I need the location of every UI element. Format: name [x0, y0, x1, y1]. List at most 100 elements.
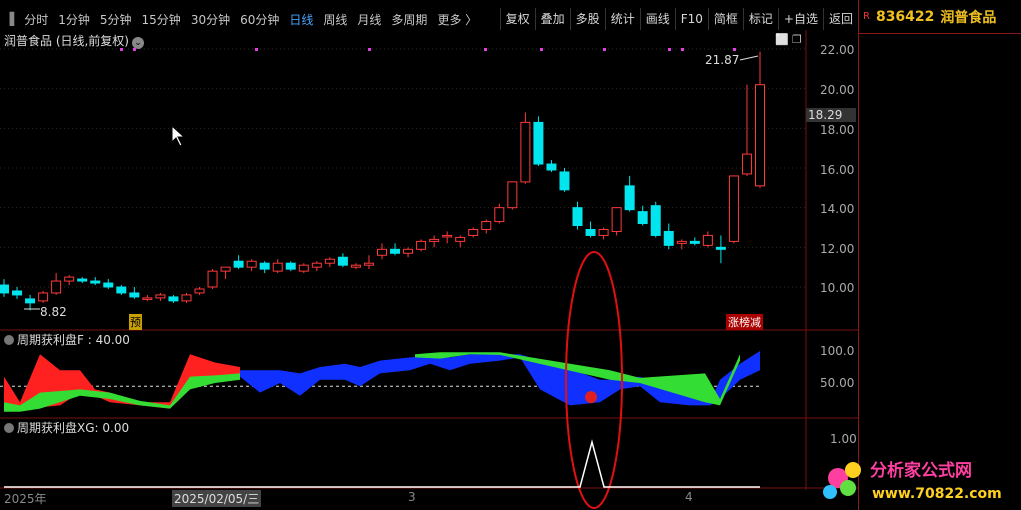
toolbar: ▐ 分时 1分钟 5分钟 15分钟 30分钟 60分钟 日线 周线 月线 多周期…	[0, 8, 858, 30]
candle	[25, 294, 36, 311]
candle	[259, 261, 270, 274]
svg-text:www.70822.com: www.70822.com	[872, 486, 1002, 502]
candle	[155, 292, 166, 301]
candle	[220, 266, 231, 280]
candle	[728, 175, 739, 244]
quote-panel: R 836422 润普食品	[858, 0, 1021, 510]
candle	[663, 223, 674, 250]
candle	[207, 269, 218, 289]
price-tick: 18.00	[820, 123, 855, 137]
price-tick: 10.00	[820, 281, 855, 295]
r-badge: R	[863, 11, 870, 22]
candle	[350, 263, 361, 270]
candle	[324, 257, 335, 268]
pre-tag: 预	[129, 314, 142, 330]
signal-dot	[733, 48, 736, 51]
period-tab-1min[interactable]: 1分钟	[53, 11, 95, 28]
signal-dot	[368, 48, 371, 51]
candle	[507, 181, 518, 210]
mouse-cursor-icon	[171, 124, 186, 147]
candle	[168, 294, 179, 303]
limit-tag: 涨榜减	[726, 314, 763, 330]
candle	[390, 243, 401, 256]
signal-dot	[540, 48, 543, 51]
candle	[702, 231, 713, 248]
price-tick: 12.00	[820, 242, 855, 256]
annotations	[24, 55, 759, 310]
period-tab-multi[interactable]: 多周期	[386, 11, 432, 28]
candle	[246, 259, 257, 272]
candle	[546, 160, 557, 172]
indicator1-tick: 50.00	[820, 376, 855, 390]
price-tick: 20.00	[820, 83, 855, 97]
signal-dot	[484, 48, 487, 51]
back-button[interactable]: 返回	[822, 8, 858, 30]
overlay-button[interactable]: 叠加	[534, 8, 570, 30]
period-tab-more[interactable]: 更多 〉	[432, 11, 482, 28]
candle	[689, 237, 700, 246]
high-price-label: 21.87	[705, 53, 740, 67]
candle	[468, 227, 479, 238]
period-tab-daily[interactable]: 日线	[284, 11, 318, 28]
candle	[481, 219, 492, 234]
indicator2-area	[4, 439, 760, 488]
candle	[572, 201, 583, 230]
signal-badge	[585, 391, 597, 404]
price-tick: 16.00	[820, 163, 855, 177]
period-tab-weekly[interactable]: 周线	[318, 11, 352, 28]
period-tab-60min[interactable]: 60分钟	[235, 11, 284, 28]
candle	[64, 275, 75, 286]
candle	[416, 239, 427, 252]
f10-button[interactable]: F10	[674, 8, 708, 30]
candle	[337, 253, 348, 268]
collapse-icon[interactable]: ▐	[0, 12, 19, 26]
stock-chart-app: { "toolbar": { "periods": ["分时","1分钟","5…	[0, 0, 1021, 510]
time-cursor-label: 2025/02/05/三	[172, 490, 262, 507]
statistics-button[interactable]: 统计	[604, 8, 640, 30]
period-tab-fenshi[interactable]: 分时	[19, 11, 53, 28]
candle	[520, 112, 531, 184]
draw-line-button[interactable]: 画线	[639, 8, 675, 30]
candle	[142, 294, 153, 301]
high-arrow	[739, 55, 759, 61]
xg-signal-line	[4, 439, 760, 488]
candle	[285, 261, 296, 272]
adjust-button[interactable]: 复权	[499, 8, 535, 30]
candle	[233, 255, 244, 270]
candle	[494, 203, 505, 224]
candle	[585, 221, 596, 238]
mark-button[interactable]: 标记	[742, 8, 778, 30]
candle	[598, 227, 609, 240]
candle	[103, 279, 114, 289]
indicator2-label: 周期获利盘XG: 0.00	[4, 419, 129, 436]
indicator1-tick: 100.0	[820, 344, 855, 358]
candlestick-series	[0, 48, 765, 311]
low-price-label: 8.82	[40, 305, 67, 319]
period-tab-30min[interactable]: 30分钟	[186, 11, 235, 28]
candle	[272, 259, 283, 274]
period-tab-monthly[interactable]: 月线	[352, 11, 386, 28]
chart-canvas	[0, 30, 858, 509]
candle	[429, 235, 440, 248]
multi-stock-button[interactable]: 多股	[569, 8, 605, 30]
candle	[559, 168, 570, 192]
simple-frame-button[interactable]: 简框	[707, 8, 743, 30]
candle	[38, 290, 49, 303]
indicator2-tick: 1.00	[830, 432, 857, 446]
indicator1-area	[0, 251, 760, 509]
candle	[637, 205, 648, 226]
svg-text:分析家公式网: 分析家公式网	[870, 460, 972, 481]
period-tab-15min[interactable]: 15分钟	[137, 11, 186, 28]
candle	[650, 201, 661, 238]
quote-header: R 836422 润普食品	[859, 0, 1021, 34]
candle	[741, 84, 752, 176]
candle	[12, 287, 23, 299]
candle	[90, 277, 101, 286]
indicator-settings-icon[interactable]	[4, 335, 14, 345]
indicator-settings-icon[interactable]	[4, 423, 14, 433]
period-tab-5min[interactable]: 5分钟	[95, 11, 137, 28]
time-tick: 2025年	[4, 492, 47, 506]
price-tick: 22.00	[820, 43, 855, 57]
add-watchlist-button[interactable]: +自选	[777, 8, 823, 30]
candle	[181, 292, 192, 303]
